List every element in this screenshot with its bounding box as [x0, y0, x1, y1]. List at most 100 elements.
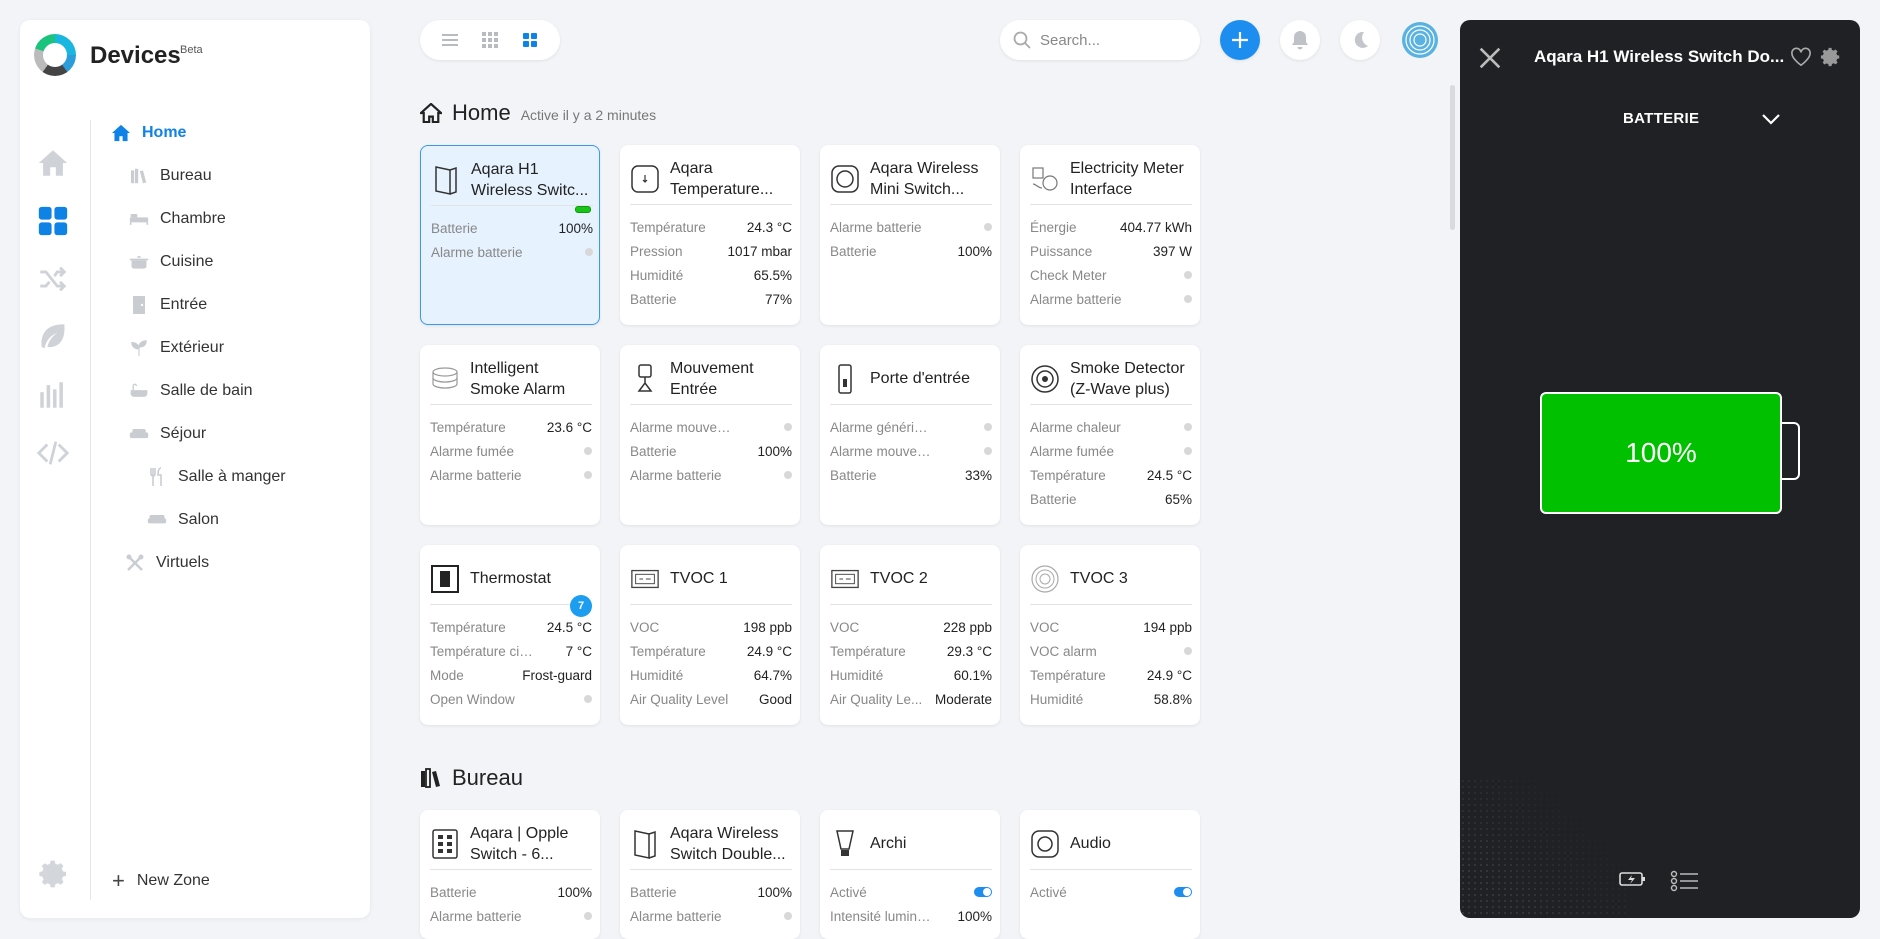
notifications-button[interactable]: [1280, 20, 1320, 60]
capability-value: 29.3 °C: [946, 643, 992, 659]
capability-value: Moderate: [934, 691, 992, 707]
homey-avatar[interactable]: [1400, 20, 1440, 60]
alarm-status-dot: [585, 248, 593, 256]
device-card[interactable]: Aqara | Opple Switch - 6... Batterie 100% A…: [420, 810, 600, 939]
capability-row: Température 23.6 °C: [430, 415, 592, 439]
bed-icon: [128, 209, 150, 229]
capability-label: Batterie: [630, 443, 677, 459]
device-card-header: Audio: [1030, 818, 1192, 870]
device-name: Porte d'entrée: [870, 370, 971, 387]
list-view-icon[interactable]: [440, 30, 460, 50]
new-zone-button[interactable]: + New Zone: [112, 868, 210, 894]
capability-label: Humidité: [1030, 691, 1084, 707]
capability-row: Mode Frost-guard: [430, 663, 592, 687]
temperature-sensor-icon: [630, 162, 660, 196]
zone-item[interactable]: Séjour: [128, 419, 206, 449]
capability-label: VOC: [630, 619, 660, 635]
capability-row: Température 24.9 °C: [630, 639, 792, 663]
zone-item[interactable]: Entrée: [128, 290, 207, 320]
device-card[interactable]: Aqara H1 Wireless Switc... Batterie 100% Al…: [420, 145, 600, 325]
device-card[interactable]: Electricity Meter Interface Énergie 404.77…: [1020, 145, 1200, 325]
capability-value: 33%: [964, 467, 992, 483]
zone-item[interactable]: Chambre: [128, 204, 226, 234]
zone-item[interactable]: Cuisine: [128, 247, 213, 277]
device-card[interactable]: Aqara Temperature... Température 24.3 °C Pr…: [620, 145, 800, 325]
capability-label: Température: [1030, 667, 1106, 683]
device-card-header: Aqara Wireless Switch Double...: [630, 818, 792, 870]
chevron-down-icon[interactable]: [1760, 110, 1782, 128]
capability-label: Alarme fumée: [430, 443, 515, 459]
code-icon[interactable]: [36, 436, 70, 470]
capabilities-list-icon[interactable]: [1670, 870, 1700, 892]
zone-item[interactable]: Bureau: [128, 161, 212, 191]
capability-value: 100%: [757, 443, 792, 459]
device-name: TVOC 1: [670, 570, 728, 587]
zone-item[interactable]: Salle de bain: [128, 376, 253, 406]
device-card[interactable]: Smoke Detector (Z-Wave plus) Alarme chale…: [1020, 345, 1200, 525]
device-card[interactable]: TVOC 2 VOC 228 ppb Température 29.3 °C Humidi…: [820, 545, 1000, 725]
battery-mini-icon: [575, 206, 591, 213]
dark-mode-button[interactable]: [1340, 20, 1380, 60]
capability-label: Activé: [1030, 884, 1067, 900]
capability-value: 100%: [957, 908, 992, 924]
devices-grid-icon[interactable]: [36, 204, 70, 238]
light-bulb-icon: [830, 827, 860, 861]
device-card[interactable]: Aqara Wireless Mini Switch... Alarme batt…: [820, 145, 1000, 325]
capability-label: Mode: [430, 667, 464, 683]
zone-item[interactable]: Salon: [146, 505, 219, 535]
device-card[interactable]: Intelligent Smoke Alarm Température 23.6 °…: [420, 345, 600, 525]
zone-label: Bureau: [160, 167, 212, 184]
heart-icon[interactable]: [1790, 47, 1812, 67]
target-temp-badge[interactable]: 7: [570, 595, 592, 617]
add-device-button[interactable]: [1220, 20, 1260, 60]
gear-icon[interactable]: [1820, 46, 1842, 68]
battery-tab-icon[interactable]: [1618, 870, 1648, 888]
flows-shuffle-icon[interactable]: [36, 262, 70, 296]
large-grid-icon[interactable]: [520, 30, 540, 50]
zone-item[interactable]: Extérieur: [128, 333, 224, 363]
zone-label: Extérieur: [160, 339, 225, 356]
capability-value: 24.3 °C: [746, 219, 792, 235]
alarm-status-dot: [984, 447, 992, 455]
capability-row: Air Quality Le... Moderate: [830, 687, 992, 711]
device-card[interactable]: Archi Activé Intensité lumineu... 100%: [820, 810, 1000, 939]
capability-row: VOC alarm: [1030, 639, 1192, 663]
zone-item[interactable]: Virtuels: [124, 548, 209, 578]
home-icon: [420, 103, 442, 123]
onoff-toggle[interactable]: [974, 887, 992, 897]
device-card[interactable]: Porte d'entrée Alarme générique Alarme mou…: [820, 345, 1000, 525]
settings-gear-icon[interactable]: [38, 858, 70, 890]
capability-row: Pression 1017 mbar: [630, 239, 792, 263]
insights-chart-icon[interactable]: [36, 378, 70, 412]
switch-panel-icon: [630, 827, 660, 861]
device-card[interactable]: TVOC 1 VOC 198 ppb Température 24.9 °C Humidi…: [620, 545, 800, 725]
panel-device-title: Aqara H1 Wireless Switch Do...: [1534, 47, 1785, 66]
capability-select[interactable]: BATTERIE: [1623, 110, 1699, 127]
zone-item-home[interactable]: Home: [110, 118, 186, 148]
alarm-status-dot: [784, 471, 792, 479]
capability-value: 65%: [1164, 491, 1192, 507]
device-card[interactable]: Thermostat 7 Température 24.5 °C Température…: [420, 545, 600, 725]
capability-value: 7 °C: [565, 643, 592, 659]
device-capabilities: Batterie 100% Alarme batterie: [630, 880, 792, 928]
onoff-toggle[interactable]: [1174, 887, 1192, 897]
alarm-status-dot: [584, 471, 592, 479]
capability-label: Activé: [830, 884, 867, 900]
close-icon[interactable]: [1476, 44, 1504, 72]
capability-row: Alarme batterie: [830, 215, 992, 239]
sidebar: Devices Beta Home Bureau Chambre Cuisine En…: [20, 20, 370, 918]
search-input[interactable]: [1040, 31, 1180, 49]
compact-grid-icon[interactable]: [480, 30, 500, 50]
device-card[interactable]: TVOC 3 VOC 194 ppb VOC alarm Température 24.9…: [1020, 545, 1200, 725]
zone-item[interactable]: Salle à manger: [146, 462, 286, 492]
device-card[interactable]: Audio Activé: [1020, 810, 1200, 939]
home-icon[interactable]: [36, 146, 70, 180]
capability-label: Température: [430, 419, 506, 435]
device-card[interactable]: Mouvement Entrée Alarme mouvement Batterie…: [620, 345, 800, 525]
energy-leaf-icon[interactable]: [36, 320, 70, 354]
motion-sensor-icon: [630, 362, 660, 396]
content-scrollbar[interactable]: [1450, 85, 1455, 230]
device-card[interactable]: Aqara Wireless Switch Double... Batterie 1…: [620, 810, 800, 939]
capability-value: Good: [758, 691, 792, 707]
capability-value: 60.1%: [953, 667, 992, 683]
